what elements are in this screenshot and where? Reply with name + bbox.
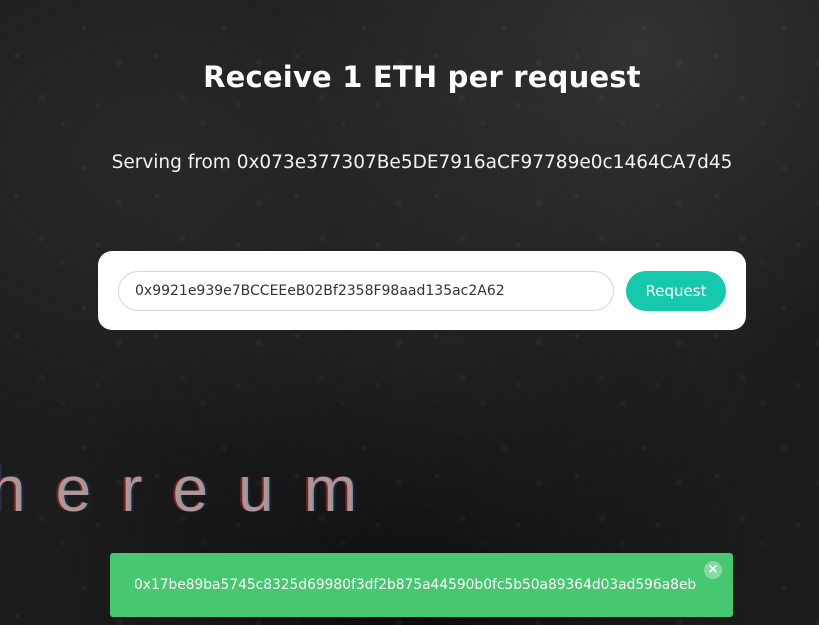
serving-address-text: Serving from 0x073e377307Be5DE7916aCF977… [111, 152, 733, 173]
success-toast: 0x17be89ba5745c8325d69980f3df2b875a44590… [110, 553, 733, 617]
background-watermark: hereum [0, 453, 387, 525]
page-title: Receive 1 ETH per request [203, 60, 641, 94]
request-card: Request [98, 251, 746, 330]
address-input[interactable] [118, 271, 614, 311]
close-icon[interactable]: × [704, 561, 722, 579]
request-button[interactable]: Request [626, 271, 726, 311]
toast-message: 0x17be89ba5745c8325d69980f3df2b875a44590… [134, 577, 697, 593]
